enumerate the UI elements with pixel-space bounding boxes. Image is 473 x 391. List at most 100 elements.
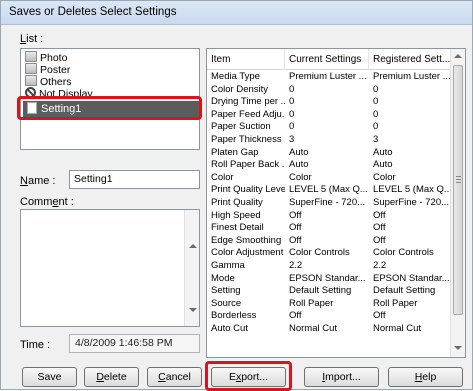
table-row: Print Quality SuperFine - 720... SuperFine… [207, 197, 451, 209]
table-cell-registered: Off [373, 310, 386, 322]
table-cell-item: Roll Paper Back ... [211, 159, 285, 171]
settings-dialog: Saves or Deletes Select Settings List : … [0, 0, 473, 391]
scroll-down-icon[interactable] [189, 308, 197, 312]
table-row: Source Roll Paper Roll Paper [207, 298, 451, 310]
table-cell-item: High Speed [211, 209, 261, 221]
scroll-up-icon[interactable] [189, 244, 197, 248]
table-cell-item: Color [211, 171, 234, 183]
export-button-highlight [205, 361, 292, 391]
table-cell-item: Setting [211, 285, 241, 297]
table-cell-current: Auto [289, 146, 309, 158]
table-cell-item: Finest Detail [211, 222, 264, 234]
table-row: Paper Thickness 3 3 [207, 134, 451, 146]
table-cell-registered: Normal Cut [373, 323, 422, 334]
save-button[interactable]: Save [22, 367, 77, 387]
table-cell-registered: Off [373, 209, 386, 221]
comment-field[interactable] [20, 209, 200, 327]
table-cell-current: Default Setting [289, 285, 352, 297]
window-title: Saves or Deletes Select Settings [1, 1, 472, 25]
table-cell-item: Borderless [211, 310, 257, 322]
table-row: Color Color Color [207, 172, 451, 184]
table-cell-registered: Off [373, 222, 386, 234]
import-button[interactable]: Import... [304, 367, 379, 387]
table-row: Borderless Off Off [207, 310, 451, 322]
table-cell-item: Paper Thickness [211, 134, 282, 145]
table-cell-current: 0 [289, 96, 295, 108]
table-cell-current: Off [289, 209, 302, 221]
table-cell-registered: Color [373, 171, 396, 183]
table-cell-current: 0 [289, 83, 295, 95]
table-row: Roll Paper Back ... Auto Auto [207, 159, 451, 171]
table-row: Gamma 2.2 2.2 [207, 260, 451, 272]
column-header-registered[interactable]: Registered Sett... [369, 49, 451, 70]
table-cell-current: LEVEL 5 (Max Q... [289, 184, 368, 196]
table-cell-item: Media Type [211, 71, 260, 82]
table-cell-current: Color [289, 171, 312, 183]
folder-icon [25, 51, 37, 62]
table-cell-registered: Premium Luster ... [373, 71, 451, 82]
name-label: Name : [20, 175, 56, 187]
table-row: Media Type Premium Luster ... Premium Lust… [207, 71, 451, 83]
table-cell-item: Drying Time per ... [211, 96, 285, 108]
folder-icon [25, 75, 37, 86]
table-row: Drying Time per ... 0 0 [207, 96, 451, 108]
table-cell-registered: 0 [373, 121, 379, 133]
table-cell-current: SuperFine - 720... [289, 197, 366, 208]
table-cell-item: Paper Feed Adju... [211, 108, 285, 120]
table-header: Item Current Settings Registered Sett... [207, 49, 451, 70]
table-cell-registered: 3 [373, 134, 379, 145]
table-cell-current: Premium Luster ... [289, 71, 367, 82]
table-cell-item: Auto Cut [211, 323, 248, 334]
table-cell-current: 0 [289, 121, 295, 133]
table-row: Finest Detail Off Off [207, 222, 451, 234]
table-cell-registered: 2.2 [373, 260, 387, 271]
table-cell-registered: 0 [373, 96, 379, 108]
name-field[interactable]: Setting1 [69, 170, 200, 189]
table-cell-item: Paper Suction [211, 121, 271, 133]
folder-icon [25, 63, 37, 74]
scroll-thumb[interactable] [453, 65, 463, 315]
table-scrollbar[interactable] [450, 49, 465, 357]
table-cell-registered: Color Controls [373, 247, 434, 259]
table-row: Mode EPSON Standar... EPSON Standar... [207, 273, 451, 285]
table-cell-item: Color Adjustment [211, 247, 284, 259]
list-label: List : [20, 33, 44, 45]
comment-label: Comment : [20, 196, 74, 208]
table-row: Color Density 0 0 [207, 84, 451, 96]
table-row: Paper Suction 0 0 [207, 121, 451, 133]
table-cell-current: 3 [289, 134, 295, 145]
table-cell-item: Platen Gap [211, 146, 259, 158]
table-cell-item: Source [211, 297, 242, 309]
table-cell-registered: Off [373, 234, 386, 246]
table-cell-registered: EPSON Standar... [373, 272, 450, 284]
table-cell-registered: 0 [373, 83, 379, 95]
delete-button[interactable]: Delete [84, 367, 139, 387]
time-label: Time : [20, 339, 51, 351]
table-row: Platen Gap Auto Auto [207, 147, 451, 159]
scroll-up-icon[interactable] [454, 54, 462, 58]
help-button[interactable]: Help [388, 367, 463, 387]
table-cell-registered: SuperFine - 720... [373, 197, 450, 208]
column-header-current[interactable]: Current Settings [285, 49, 369, 70]
table-cell-item: Mode [211, 272, 235, 284]
table-cell-registered: LEVEL 5 (Max Q... [373, 184, 451, 196]
comment-scrollbar[interactable] [184, 210, 199, 326]
table-cell-item: Gamma [211, 260, 245, 271]
table-cell-current: Off [289, 234, 302, 246]
table-cell-current: 0 [289, 108, 295, 120]
table-row: Print Quality Level LEVEL 5 (Max Q... LEVE… [207, 184, 451, 196]
table-cell-item: Color Density [211, 83, 269, 95]
table-cell-current: Off [289, 222, 302, 234]
cancel-button[interactable]: Cancel [147, 367, 202, 387]
table-cell-current: Auto [289, 159, 309, 171]
time-value: 4/8/2009 1:46:58 PM [69, 334, 200, 353]
table-cell-registered: Auto [373, 159, 393, 171]
table-cell-registered: 0 [373, 108, 379, 120]
table-row: Auto Cut Normal Cut Normal Cut [207, 323, 451, 335]
table-cell-current: Color Controls [289, 247, 350, 259]
table-cell-current: 2.2 [289, 260, 303, 271]
scroll-down-icon[interactable] [454, 346, 462, 350]
column-header-item[interactable]: Item [207, 49, 285, 70]
table-row: Edge Smoothing Off Off [207, 235, 451, 247]
table-cell-item: Print Quality [211, 197, 263, 208]
